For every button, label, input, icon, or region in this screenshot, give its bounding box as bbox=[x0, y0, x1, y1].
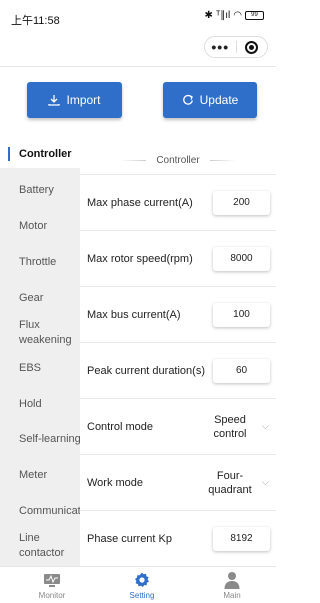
sidebar-item-throttle[interactable]: Throttle bbox=[0, 254, 80, 270]
phase-current-kp-input[interactable]: 8192 bbox=[213, 526, 270, 551]
settings-content: Controller Max phase current(A) 200 Max … bbox=[80, 140, 276, 566]
wifi-icon: ◠ bbox=[233, 10, 242, 21]
active-indicator bbox=[8, 147, 10, 161]
signal-icon: ᵀ∥ıl bbox=[215, 10, 231, 21]
param-row-work-mode: Work mode Four- quadrant ⌵ bbox=[80, 454, 276, 510]
sidebar-item-self-learning[interactable]: Self-learning bbox=[0, 431, 80, 447]
section-divider-right bbox=[209, 159, 236, 161]
chevron-down-icon: ⌵ bbox=[262, 477, 269, 487]
tab-monitor[interactable]: Monitor bbox=[22, 571, 82, 600]
sidebar-item-gear[interactable]: Gear bbox=[0, 290, 80, 306]
close-mini-program-button[interactable] bbox=[237, 40, 268, 54]
import-button[interactable]: Import bbox=[27, 82, 122, 118]
tab-label: Setting bbox=[129, 591, 155, 600]
tab-label: Monitor bbox=[38, 591, 66, 600]
gear-icon bbox=[135, 572, 149, 587]
person-icon bbox=[224, 572, 240, 589]
settings-sidebar: Controller Battery Motor Throttle Gear F… bbox=[0, 140, 80, 566]
param-row-max-phase-current: Max phase current(A) 200 bbox=[80, 174, 276, 230]
work-mode-select[interactable]: Four- quadrant ⌵ bbox=[201, 469, 273, 497]
bluetooth-icon: ✱ bbox=[204, 10, 213, 21]
section-divider-left bbox=[120, 159, 147, 161]
param-label: Phase current Kp bbox=[87, 532, 172, 545]
sidebar-item-controller[interactable]: Controller bbox=[0, 140, 80, 168]
select-value: Four- quadrant bbox=[208, 469, 252, 496]
param-row-peak-current-duration: Peak current duration(s) 60 bbox=[80, 342, 276, 398]
param-row-control-mode: Control mode Speed control ⌵ bbox=[80, 398, 276, 454]
chevron-down-icon: ⌵ bbox=[262, 421, 269, 431]
tab-label: Main bbox=[223, 591, 241, 600]
status-bar: 上午11:58 ✱ ᵀ∥ıl ◠ 99 bbox=[0, 0, 276, 34]
param-label: Peak current duration(s) bbox=[87, 364, 205, 377]
import-icon bbox=[48, 95, 61, 106]
status-time: 上午11:58 bbox=[11, 15, 60, 27]
monitor-icon bbox=[44, 574, 60, 587]
refresh-icon bbox=[182, 94, 193, 105]
param-row-max-bus-current: Max bus current(A) 100 bbox=[80, 286, 276, 342]
sidebar-item-communication[interactable]: Communication bbox=[0, 503, 80, 519]
control-mode-select[interactable]: Speed control ⌵ bbox=[201, 413, 273, 441]
capsule-menu: ••• bbox=[204, 36, 268, 58]
section-title: Controller bbox=[156, 154, 200, 166]
max-phase-current-input[interactable]: 200 bbox=[213, 190, 270, 215]
max-rotor-speed-input[interactable]: 8000 bbox=[213, 246, 270, 271]
close-circle-icon bbox=[245, 40, 259, 54]
param-label: Work mode bbox=[87, 476, 144, 489]
update-label: Update bbox=[199, 93, 239, 107]
import-label: Import bbox=[66, 93, 101, 107]
sidebar-item-hold[interactable]: Hold bbox=[0, 396, 80, 412]
more-options-button[interactable]: ••• bbox=[205, 40, 236, 54]
sidebar-item-flux-weakening[interactable]: Flux weakening bbox=[0, 318, 80, 348]
param-label: Max rotor speed(rpm) bbox=[87, 252, 193, 265]
update-button[interactable]: Update bbox=[163, 82, 257, 118]
sidebar-item-battery[interactable]: Battery bbox=[0, 182, 80, 198]
sidebar-item-motor[interactable]: Motor bbox=[0, 218, 80, 234]
param-label: Max bus current(A) bbox=[87, 308, 181, 321]
battery-icon: 99 bbox=[245, 11, 264, 20]
tab-main[interactable]: Main bbox=[202, 571, 262, 600]
param-label: Control mode bbox=[87, 420, 154, 433]
header-divider bbox=[0, 66, 276, 67]
tab-setting[interactable]: Setting bbox=[112, 571, 172, 600]
param-row-max-rotor-speed: Max rotor speed(rpm) 8000 bbox=[80, 230, 276, 286]
param-row-phase-current-kp: Phase current Kp 8192 bbox=[80, 510, 276, 566]
max-bus-current-input[interactable]: 100 bbox=[213, 302, 270, 327]
param-label: Max phase current(A) bbox=[87, 196, 193, 209]
peak-current-duration-input[interactable]: 60 bbox=[213, 358, 270, 383]
sidebar-item-meter[interactable]: Meter bbox=[0, 467, 80, 483]
sidebar-item-line-contactor[interactable]: Line contactor bbox=[0, 531, 80, 561]
select-value: Speed control bbox=[213, 413, 247, 440]
bottom-tab-bar: Monitor Setting Main bbox=[0, 566, 276, 603]
status-icons: ✱ ᵀ∥ıl ◠ 99 bbox=[205, 10, 264, 21]
sidebar-item-ebs[interactable]: EBS bbox=[0, 360, 80, 376]
